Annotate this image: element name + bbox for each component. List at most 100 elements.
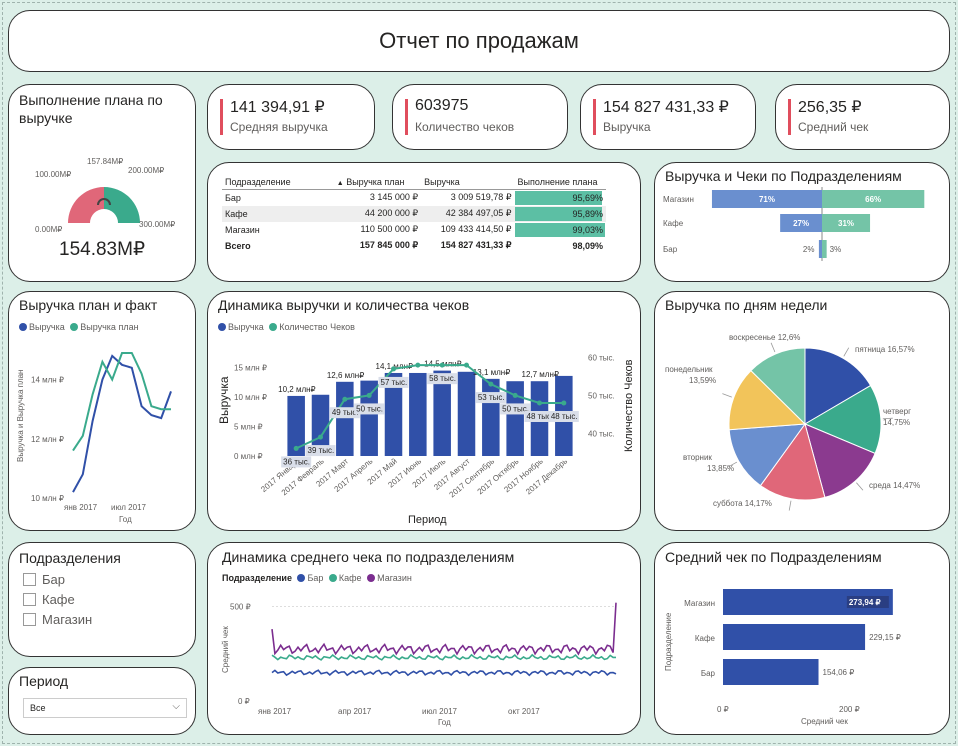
pie-leader: [722, 393, 732, 398]
slicer-item-bar[interactable]: Бар: [23, 572, 65, 587]
plan-fact-card[interactable]: Выручка план и факт Выручка Выручка план…: [8, 291, 196, 531]
kpi-card-avg-check[interactable]: 256,35 ₽ Средний чек: [775, 84, 950, 150]
pie-label: вторник: [683, 453, 712, 462]
x-tick-label: 200 ₽: [839, 705, 860, 714]
y2-tick-label: 40 тыс.: [588, 429, 615, 438]
table-row[interactable]: Магазин 110 500 000 ₽ 109 433 414,50 ₽ 9…: [222, 222, 606, 238]
bar-data-label: 273,94 ₽: [849, 598, 881, 607]
pie-label: четверг: [883, 407, 911, 416]
cell-unit: Всего: [225, 240, 251, 251]
x-tick-label: янв 2017: [64, 503, 98, 512]
cell-pct-text: 95,69%: [572, 192, 603, 203]
col-header-pct[interactable]: Выполнение плана: [514, 175, 606, 190]
slicer-item-cafe[interactable]: Кафе: [23, 592, 75, 607]
checks-data-label: 53 тыс.: [478, 393, 505, 402]
col-header-unit[interactable]: Подразделение: [222, 175, 334, 190]
butterfly-label-right: 66%: [865, 195, 881, 204]
sort-asc-icon: ▲: [336, 180, 344, 187]
butterfly-card[interactable]: Выручка и Чеки по Подразделениям Магазин…: [654, 162, 950, 282]
y-axis-title: Выручка и Выручка план: [16, 370, 25, 462]
period-dropdown[interactable]: Все ⌵: [23, 698, 187, 718]
checks-point: [342, 396, 348, 402]
kpi-card-revenue[interactable]: 154 827 431,33 ₽ Выручка: [580, 84, 756, 150]
kpi-card-checks-count[interactable]: 603975 Количество чеков: [392, 84, 568, 150]
y-tick-label: 0 млн ₽: [234, 452, 263, 461]
pie-label-value: 13,59%: [689, 376, 716, 385]
avg-check-bar-card[interactable]: Средний чек по Подразделениям Магазин 273…: [654, 542, 950, 735]
y2-tick-label: 50 тыс.: [588, 391, 615, 400]
gauge-card[interactable]: Выполнение плана по выручке 157.84M₽ 100…: [8, 84, 196, 282]
checks-point: [366, 392, 372, 398]
avg-line-0: [271, 669, 617, 677]
kpi-card-avg-revenue[interactable]: 141 394,91 ₽ Средняя выручка: [207, 84, 375, 150]
y-tick-label: Магазин: [684, 599, 715, 608]
pie-label-value: 13,85%: [707, 464, 734, 473]
cell-plan: 3 145 000 ₽: [369, 192, 419, 203]
gauge-value: 154.83M₽: [59, 239, 145, 260]
checks-point: [293, 445, 299, 451]
report-header: Отчет по продажам: [8, 10, 950, 72]
gauge-chart: 157.84M₽ 100.00M₽ 200.00M₽ 0.00M₽ 300.00…: [35, 157, 175, 260]
table-row[interactable]: Бар 3 145 000 ₽ 3 009 519,78 ₽ 95,69%: [222, 190, 606, 206]
butterfly-row-label: Кафе: [663, 219, 684, 228]
checks-data-label: 57 тыс.: [381, 378, 408, 387]
cell-pct: 99,03%: [514, 222, 606, 238]
x-axis-title: Средний чек: [801, 717, 848, 726]
units-slicer: Подразделения Бар Кафе Магазин: [8, 542, 196, 657]
y2-tick-label: 60 тыс.: [588, 354, 615, 363]
y-tick-label: 14 млн ₽: [31, 376, 64, 385]
revenue-data-label: 12,7 млн₽: [522, 370, 559, 379]
y-axis-title: Подразделение: [664, 612, 673, 671]
plan-table-card[interactable]: Подразделение ▲ Выручка план Выручка Вып…: [207, 162, 641, 282]
chevron-down-icon: ⌵: [172, 701, 180, 712]
gauge-max-label: 300.00M₽: [139, 220, 175, 229]
y-axis-title: Выручка: [217, 376, 231, 424]
kpi-accent: [405, 99, 408, 135]
butterfly-label-left: 71%: [759, 195, 775, 204]
slicer-item-shop[interactable]: Магазин: [23, 612, 92, 627]
avg-check-line-card[interactable]: Динамика среднего чека по подразделениям…: [207, 542, 641, 735]
col-header-fact[interactable]: Выручка: [421, 175, 515, 190]
y-tick-label: 10 млн ₽: [31, 494, 64, 503]
avg-check-bar: [723, 624, 866, 650]
checkbox[interactable]: [23, 613, 36, 626]
cell-fact: 154 827 431,33 ₽: [440, 240, 512, 250]
revenue-bar: [336, 381, 354, 456]
checks-data-label: 36 тыс.: [283, 457, 310, 466]
gauge-target-label: 157.84M₽: [87, 157, 123, 166]
table-row[interactable]: Кафе 44 200 000 ₽ 42 384 497,05 ₽ 95,89%: [222, 205, 606, 222]
col-header-plan[interactable]: ▲ Выручка план: [333, 175, 422, 190]
kpi-value: 256,35 ₽: [798, 99, 862, 116]
kpi-accent: [220, 99, 223, 135]
period-slicer: Период Все ⌵: [8, 667, 196, 735]
cell-fact: 109 433 414,50 ₽: [440, 224, 512, 234]
butterfly-label-left: 27%: [793, 219, 809, 228]
cell-pct-text: 99,03%: [572, 224, 603, 235]
bar-data-label: 154,06 ₽: [823, 668, 855, 677]
avg-line-1: [271, 653, 616, 661]
checkbox[interactable]: [23, 573, 36, 586]
x-tick-label: 0 ₽: [717, 705, 729, 714]
butterfly-label-left: 2%: [803, 245, 815, 254]
y-tick-label: 15 млн ₽: [234, 364, 267, 373]
x-tick-label: окт 2017: [508, 707, 540, 716]
checks-point: [439, 362, 445, 368]
y-tick-label: 500 ₽: [230, 602, 251, 611]
x-axis-title: Год: [438, 718, 451, 727]
combo-card[interactable]: Динамика выручки и количества чеков Выру…: [207, 291, 641, 531]
pie-card[interactable]: Выручка по дням недели пятница 16,57% чет…: [654, 291, 950, 531]
kpi-value: 603975: [415, 97, 469, 114]
y-tick-label: 10 млн ₽: [234, 393, 267, 402]
butterfly-label-right: 31%: [838, 219, 854, 228]
pie-label: среда 14,47%: [869, 481, 920, 490]
pie-label: пятница 16,57%: [855, 345, 915, 354]
pie-label: суббота 14,17%: [713, 499, 772, 508]
x-axis-title: Период: [408, 514, 447, 526]
avg-check-line-chart: 0 ₽ 500 ₽ Средний чек янв 2017 апр 2017 июл 2…: [221, 602, 617, 727]
checkbox[interactable]: [23, 593, 36, 606]
checks-point: [464, 362, 469, 368]
x-tick-label: июл 2017: [111, 503, 147, 512]
slicer-item-label: Магазин: [42, 612, 93, 627]
period-dropdown-value: Все: [30, 703, 46, 713]
revenue-bar: [457, 371, 476, 456]
